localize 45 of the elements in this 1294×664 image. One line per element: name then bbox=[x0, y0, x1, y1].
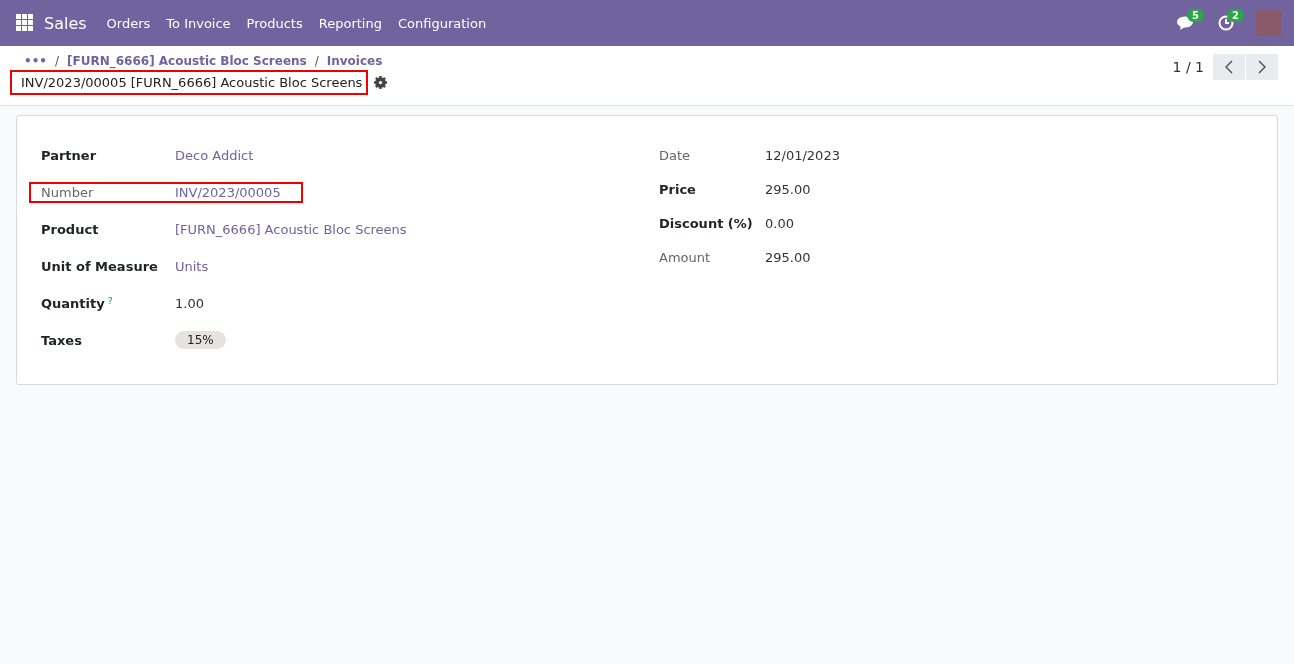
field-label: Quantity bbox=[41, 295, 105, 311]
chevron-right-icon bbox=[1258, 60, 1266, 74]
field-label: Date bbox=[659, 147, 692, 163]
apps-grid-icon[interactable] bbox=[16, 14, 34, 32]
field-label: Discount (%) bbox=[659, 215, 754, 231]
field-value: 295.00 bbox=[765, 249, 811, 265]
field-value-link[interactable]: Units bbox=[175, 258, 209, 274]
count-badge: 5 bbox=[1187, 9, 1204, 22]
field-label: Unit of Measure bbox=[41, 258, 159, 274]
chevron-left-icon bbox=[1225, 60, 1233, 74]
record-title: INV/2023/00005 [FURN_6666] Acoustic Bloc Screens bbox=[10, 70, 369, 95]
next-button[interactable] bbox=[1246, 54, 1278, 80]
previous-button[interactable] bbox=[1213, 54, 1245, 80]
app-name[interactable]: Sales bbox=[34, 13, 99, 33]
field-value-link[interactable]: [FURN_6666] Acoustic Bloc Screens bbox=[175, 221, 407, 237]
settings-icon[interactable] bbox=[374, 76, 388, 89]
nav-menu-item[interactable]: Products bbox=[238, 15, 311, 31]
field-label: Taxes bbox=[41, 332, 83, 348]
help-tooltip-mark[interactable]: ? bbox=[107, 295, 113, 311]
messages-button[interactable]: 5 bbox=[1166, 8, 1206, 38]
field-value: 12/01/2023 bbox=[765, 147, 840, 163]
field-label: Amount bbox=[659, 249, 712, 265]
field-label: Product bbox=[41, 221, 100, 237]
nav-menu-item[interactable]: To Invoice bbox=[158, 15, 239, 31]
field-value: 0.00 bbox=[765, 215, 794, 231]
breadcrumb-ellipsis[interactable]: ••• bbox=[24, 54, 47, 68]
clock-icon bbox=[1218, 15, 1234, 31]
nav-menu-item[interactable]: Orders bbox=[98, 15, 159, 31]
pager-counter: 1 / 1 bbox=[1172, 59, 1204, 75]
field-value-link[interactable]: INV/2023/00005 bbox=[175, 184, 281, 200]
count-badge: 2 bbox=[1227, 9, 1244, 22]
breadcrumb-link[interactable]: Invoices bbox=[326, 54, 383, 68]
breadcrumb-link[interactable]: [FURN_6666] Acoustic Bloc Screens bbox=[67, 54, 307, 68]
field-label: Number bbox=[41, 184, 95, 200]
tax-tag: 15% bbox=[175, 331, 226, 349]
field-value: 1.00 bbox=[175, 295, 204, 311]
field-label: Partner bbox=[41, 147, 98, 163]
nav-menu-item[interactable]: Configuration bbox=[389, 15, 495, 31]
breadcrumb-separator: / bbox=[55, 54, 60, 68]
nav-menu-item[interactable]: Reporting bbox=[310, 15, 390, 31]
field-value-link[interactable]: Deco Addict bbox=[175, 147, 254, 163]
field-value: 295.00 bbox=[765, 181, 811, 197]
field-label: Price bbox=[659, 181, 697, 197]
breadcrumb-separator: / bbox=[314, 54, 319, 68]
activities-button[interactable]: 2 bbox=[1206, 8, 1246, 38]
